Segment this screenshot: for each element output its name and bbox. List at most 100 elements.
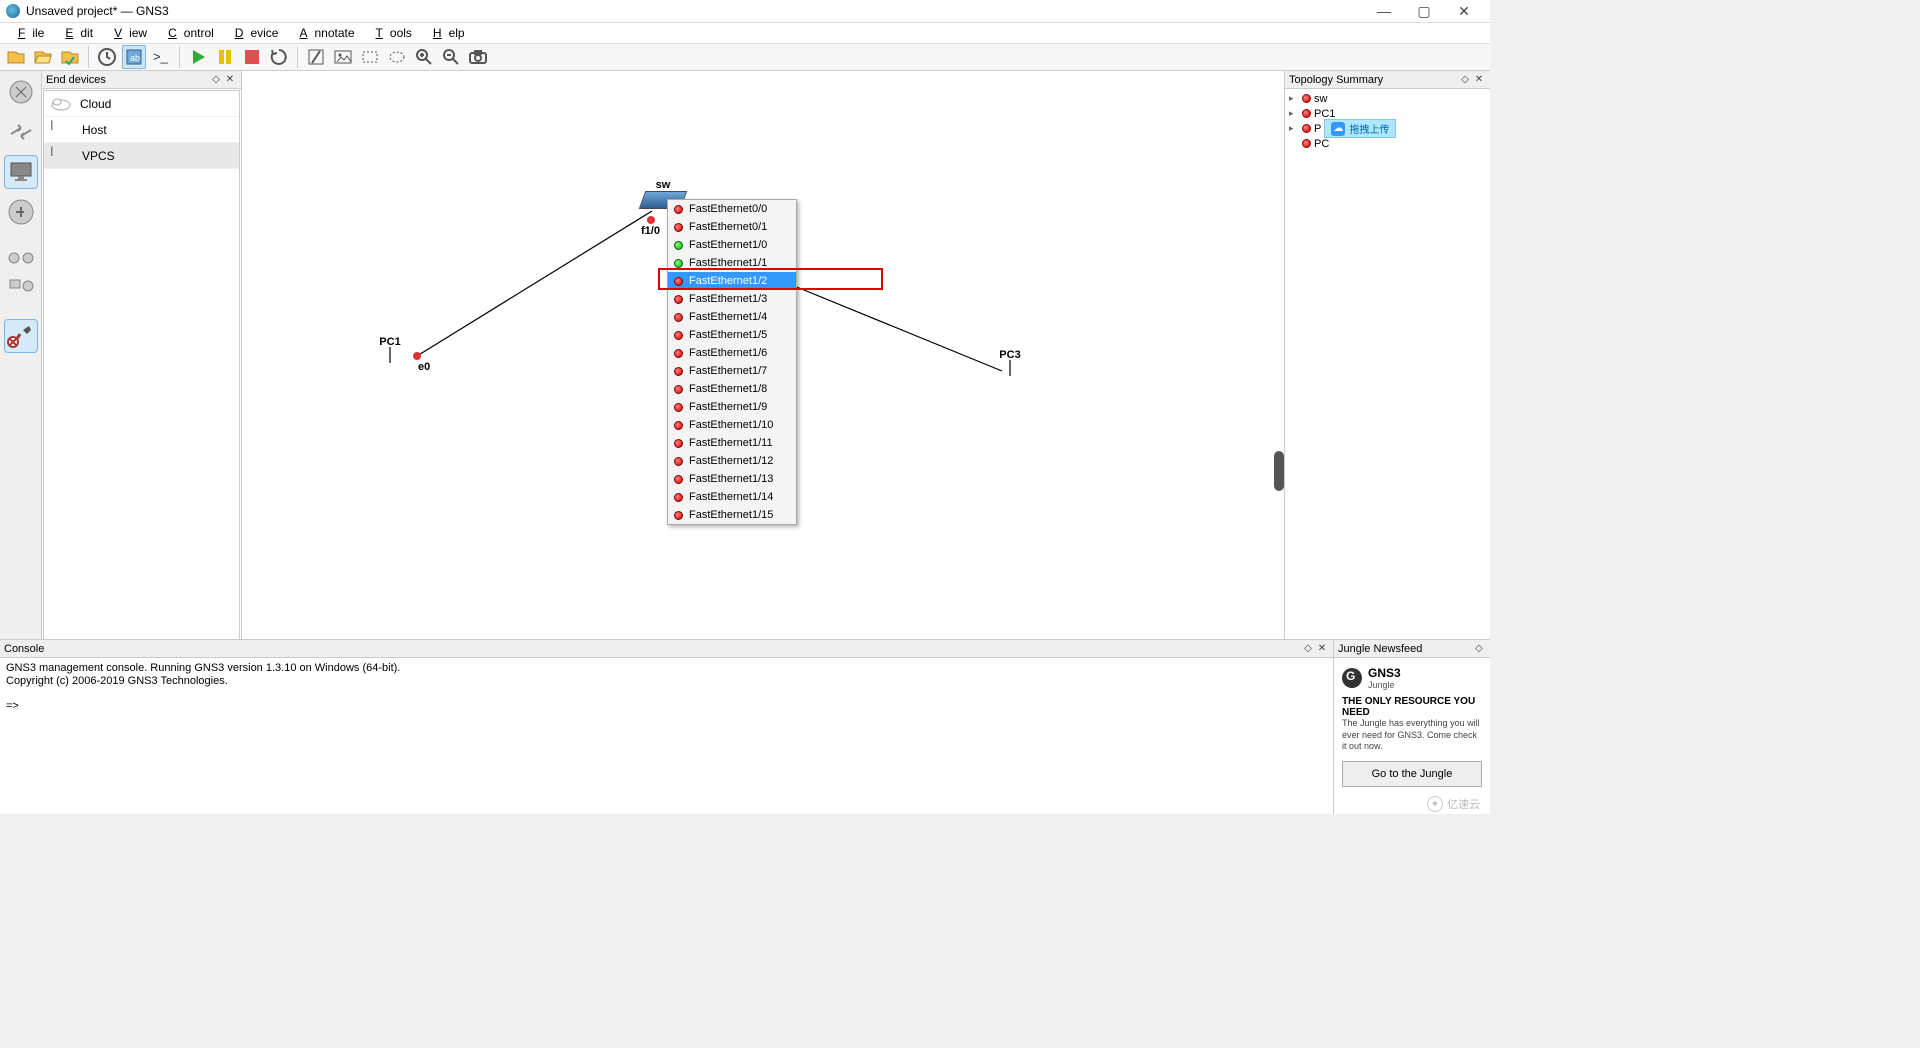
ctx-item-FastEthernet0-0[interactable]: FastEthernet0/0 <box>668 200 796 218</box>
save-project-icon[interactable] <box>58 45 82 69</box>
topo-row[interactable]: ▸sw <box>1289 91 1486 106</box>
menu-view[interactable]: View <box>100 26 154 40</box>
security-devices-category-icon[interactable] <box>4 195 38 229</box>
zoom-slider[interactable] <box>1274 451 1284 491</box>
menu-help[interactable]: Help <box>419 26 472 40</box>
open-project-icon[interactable] <box>31 45 55 69</box>
console-title-label: Console <box>4 643 44 655</box>
ctx-item-FastEthernet1-2[interactable]: FastEthernet1/2 <box>668 272 796 290</box>
all-devices-category-icon[interactable] <box>4 247 38 269</box>
close-button[interactable]: ✕ <box>1444 3 1484 20</box>
node-pc3[interactable]: PC3 <box>992 349 1028 391</box>
console-all-icon[interactable]: >_ <box>149 45 173 69</box>
menu-edit[interactable]: Edit <box>51 26 100 40</box>
ctx-item-label: FastEthernet1/3 <box>689 293 767 305</box>
device-item-vpcs[interactable]: VPCS <box>44 143 239 169</box>
ctx-item-FastEthernet1-11[interactable]: FastEthernet1/11 <box>668 434 796 452</box>
panel-float-icon[interactable]: ◇ <box>1301 643 1315 654</box>
switches-category-icon[interactable] <box>4 115 38 149</box>
menu-tools[interactable]: Tools <box>362 26 419 40</box>
watermark-text: 亿速云 <box>1447 796 1480 812</box>
panel-float-icon[interactable]: ◇ <box>209 74 223 85</box>
ctx-item-FastEthernet1-15[interactable]: FastEthernet1/15 <box>668 506 796 524</box>
ctx-item-FastEthernet1-9[interactable]: FastEthernet1/9 <box>668 398 796 416</box>
port-status-icon <box>674 475 683 484</box>
draw-rect-icon[interactable] <box>358 45 382 69</box>
node-pc1[interactable]: PC1 <box>372 336 408 378</box>
snapshot-icon[interactable] <box>95 45 119 69</box>
ctx-item-FastEthernet1-13[interactable]: FastEthernet1/13 <box>668 470 796 488</box>
port-status-icon <box>674 259 683 268</box>
start-all-icon[interactable] <box>186 45 210 69</box>
reload-all-icon[interactable] <box>267 45 291 69</box>
port-label-f10: f1/0 <box>641 225 660 237</box>
stop-all-icon[interactable] <box>240 45 264 69</box>
ctx-item-label: FastEthernet1/13 <box>689 473 773 485</box>
topology-title-label: Topology Summary <box>1289 74 1383 86</box>
ctx-item-FastEthernet1-12[interactable]: FastEthernet1/12 <box>668 452 796 470</box>
port-status-icon <box>674 277 683 286</box>
ctx-item-FastEthernet1-1[interactable]: FastEthernet1/1 <box>668 254 796 272</box>
device-item-host[interactable]: Host <box>44 117 239 143</box>
port-status-icon <box>674 403 683 412</box>
port-status-icon <box>674 511 683 520</box>
device-label: Host <box>82 123 107 137</box>
menu-control[interactable]: Control <box>154 26 221 40</box>
show-interface-labels-icon[interactable]: ab <box>122 45 146 69</box>
app-logo-icon <box>6 4 20 18</box>
add-link-icon[interactable] <box>4 319 38 353</box>
ctx-item-label: FastEthernet1/2 <box>689 275 767 287</box>
routers-category-icon[interactable] <box>4 75 38 109</box>
topology-summary-title: Topology Summary ◇ ✕ <box>1285 71 1490 89</box>
ctx-item-FastEthernet1-3[interactable]: FastEthernet1/3 <box>668 290 796 308</box>
svg-text:>_: >_ <box>153 49 169 64</box>
menu-device[interactable]: Device <box>221 26 286 40</box>
ctx-item-label: FastEthernet1/9 <box>689 401 767 413</box>
end-devices-category-icon[interactable] <box>4 155 38 189</box>
ctx-item-FastEthernet1-0[interactable]: FastEthernet1/0 <box>668 236 796 254</box>
ctx-item-label: FastEthernet0/0 <box>689 203 767 215</box>
panel-close-icon[interactable]: ✕ <box>223 74 237 85</box>
screenshot-icon[interactable] <box>466 45 490 69</box>
zoom-out-icon[interactable] <box>439 45 463 69</box>
panel-float-icon[interactable]: ◇ <box>1472 643 1486 654</box>
ctx-item-FastEthernet0-1[interactable]: FastEthernet0/1 <box>668 218 796 236</box>
panel-close-icon[interactable]: ✕ <box>1472 74 1486 85</box>
ctx-item-label: FastEthernet0/1 <box>689 221 767 233</box>
ctx-item-FastEthernet1-6[interactable]: FastEthernet1/6 <box>668 344 796 362</box>
ctx-item-FastEthernet1-10[interactable]: FastEthernet1/10 <box>668 416 796 434</box>
port-status-icon <box>674 421 683 430</box>
new-project-icon[interactable] <box>4 45 28 69</box>
news-panel: Jungle Newsfeed ◇ GNS3 Jungle THE ONLY R… <box>1334 639 1490 814</box>
topo-label: PC <box>1314 138 1329 150</box>
menu-file[interactable]: File <box>4 26 51 40</box>
go-to-jungle-button[interactable]: Go to the Jungle <box>1342 761 1482 787</box>
upload-badge[interactable]: ☁拖拽上传 <box>1324 119 1396 138</box>
browse-templates-icon[interactable] <box>4 275 38 297</box>
port-status-icon <box>674 223 683 232</box>
panel-float-icon[interactable]: ◇ <box>1458 74 1472 85</box>
topo-row[interactable]: PC <box>1289 136 1486 151</box>
ctx-item-FastEthernet1-4[interactable]: FastEthernet1/4 <box>668 308 796 326</box>
device-item-cloud[interactable]: Cloud <box>44 91 239 117</box>
ctx-item-FastEthernet1-8[interactable]: FastEthernet1/8 <box>668 380 796 398</box>
ctx-item-FastEthernet1-14[interactable]: FastEthernet1/14 <box>668 488 796 506</box>
topo-row[interactable]: ▸P ☁拖拽上传 <box>1289 121 1486 136</box>
pause-all-icon[interactable] <box>213 45 237 69</box>
ctx-item-label: FastEthernet1/12 <box>689 455 773 467</box>
menu-annotate[interactable]: Annotate <box>285 26 361 40</box>
annotate-text-icon[interactable] <box>304 45 328 69</box>
ctx-item-FastEthernet1-7[interactable]: FastEthernet1/7 <box>668 362 796 380</box>
watermark: ✦ 亿速云 <box>1427 796 1480 812</box>
news-title: Jungle Newsfeed ◇ <box>1334 640 1490 658</box>
ctx-item-label: FastEthernet1/10 <box>689 419 773 431</box>
maximize-button[interactable]: ▢ <box>1404 3 1444 20</box>
insert-image-icon[interactable] <box>331 45 355 69</box>
draw-ellipse-icon[interactable] <box>385 45 409 69</box>
panel-close-icon[interactable]: ✕ <box>1315 643 1329 654</box>
zoom-in-icon[interactable] <box>412 45 436 69</box>
ctx-item-FastEthernet1-5[interactable]: FastEthernet1/5 <box>668 326 796 344</box>
console-output[interactable]: GNS3 management console. Running GNS3 ve… <box>0 658 1333 814</box>
minimize-button[interactable]: — <box>1364 3 1404 19</box>
news-text: The Jungle has everything you will ever … <box>1342 718 1482 753</box>
